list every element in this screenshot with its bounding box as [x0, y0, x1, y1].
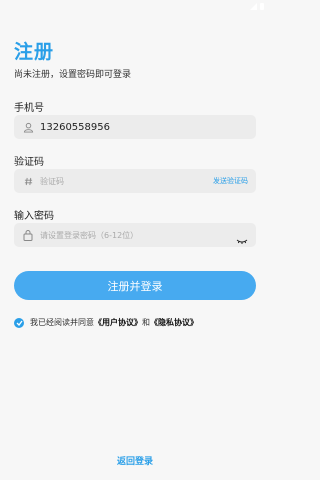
page-subtitle: 尚未注册，设置密码即可登录 — [14, 70, 132, 80]
code-field[interactable]: 验证码 发送验证码 — [14, 169, 256, 193]
password-field[interactable]: 请设置登录密码（6-12位） — [14, 223, 256, 247]
eye-closed-icon[interactable] — [236, 231, 248, 244]
phone-field[interactable]: 13260558956 — [14, 115, 256, 139]
register-login-button[interactable]: 注册并登录 — [14, 271, 256, 300]
user-agreement-link[interactable]: 《用户协议》 — [94, 317, 142, 328]
back-to-login-link[interactable]: 返回登录 — [0, 454, 270, 467]
phone-input[interactable]: 13260558956 — [40, 122, 248, 133]
lock-icon — [22, 229, 34, 241]
battery-icon — [260, 3, 264, 10]
privacy-agreement-link[interactable]: 《隐私协议》 — [150, 317, 198, 328]
agreement-prefix: 我已经阅读并同意 — [30, 318, 94, 327]
password-input[interactable]: 请设置登录密码（6-12位） — [40, 230, 236, 241]
send-code-button[interactable]: 发送验证码 — [213, 176, 248, 186]
user-icon — [22, 121, 34, 133]
status-bar — [0, 0, 270, 14]
page-title: 注册 — [14, 41, 55, 63]
code-label: 验证码 — [14, 157, 44, 168]
agreement-conjunction: 和 — [142, 318, 150, 327]
phone-label: 手机号 — [14, 103, 44, 114]
password-label: 输入密码 — [14, 211, 54, 222]
check-icon — [16, 320, 23, 326]
agreement-row: 我已经阅读并同意 《用户协议》 和 《隐私协议》 — [14, 317, 198, 328]
agreement-checkbox[interactable] — [14, 317, 24, 328]
signal-icon — [250, 3, 257, 10]
code-input[interactable]: 验证码 — [40, 176, 213, 187]
status-icons — [250, 3, 264, 10]
hash-icon — [22, 175, 34, 187]
